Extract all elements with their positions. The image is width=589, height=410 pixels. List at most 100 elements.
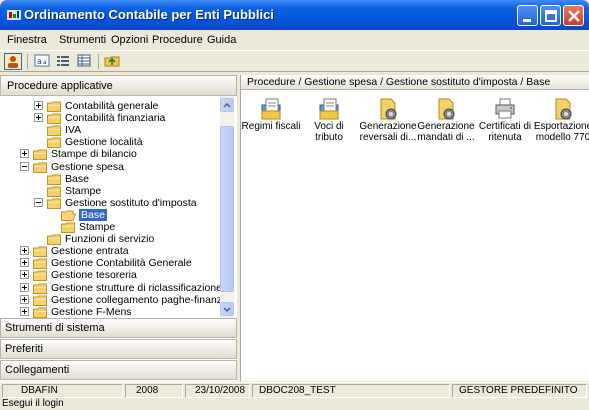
expand-icon[interactable] [20, 258, 29, 268]
gear-doc-icon [555, 98, 572, 120]
menu-bar: Finestra Strumenti Opzioni Procedure Gui… [0, 30, 589, 50]
shortcut-label: Generazione mandati di ... [417, 121, 475, 143]
tree-item-label: IVA [65, 124, 82, 137]
left-pane-title: Procedure applicative [7, 80, 113, 92]
gear-doc-icon [438, 98, 455, 120]
tree-item[interactable]: Base [0, 208, 220, 221]
list-view-button[interactable] [55, 53, 73, 70]
breadcrumb-path: Procedure / Gestione spesa / Gestione so… [247, 76, 551, 88]
scroll-up-button[interactable] [220, 98, 234, 112]
expand-icon[interactable] [34, 101, 43, 110]
folder-doc-icon [319, 98, 339, 120]
tree-item[interactable]: Stampe [0, 221, 220, 233]
collapse-icon[interactable] [20, 161, 29, 171]
expand-icon[interactable] [20, 306, 29, 316]
tree-item[interactable]: Base [0, 173, 220, 185]
menu-guida[interactable]: Guida [207, 34, 236, 46]
tree-item-label: Gestione sostituto d'imposta [65, 196, 197, 209]
folder-icon [61, 222, 75, 233]
section-label: Collegamenti [5, 364, 70, 376]
toolbar-separator [98, 54, 99, 69]
status-year: 2008 [125, 384, 183, 398]
tree-item-label: Base [79, 208, 107, 221]
tree-item[interactable]: Gestione strutture di riclassificazione [0, 282, 220, 294]
chevron-up-icon [223, 102, 231, 108]
shortcut-label: Generazione reversali di... [359, 121, 417, 143]
title-bar[interactable]: Ordinamento Contabile per Enti Pubblici [0, 0, 589, 30]
section-preferiti[interactable]: Preferiti [0, 339, 237, 359]
status-user-text: DBAFIN [21, 385, 58, 396]
folder-icon [47, 174, 61, 185]
expand-icon[interactable] [20, 246, 29, 256]
scroll-down-button[interactable] [220, 302, 234, 316]
tree-item-label: Gestione F-Mens [51, 305, 132, 318]
procedure-shortcut[interactable]: Esportazione modello 770 [533, 91, 589, 161]
procedure-applicative-header[interactable]: Procedure applicative [0, 75, 237, 96]
tree-item[interactable]: Contabilità generale [0, 100, 220, 112]
status-date-text: 23/10/2008 [195, 385, 246, 396]
status-bar: DBAFIN 2008 23/10/2008 DBOC208_TEST GEST… [0, 382, 589, 398]
section-strumenti-di-sistema[interactable]: Strumenti di sistema [0, 318, 237, 338]
shortcut-label: Esportazione modello 770 [533, 121, 589, 143]
folder-icon [33, 246, 47, 258]
folder-icon [47, 186, 61, 197]
menu-finestra[interactable]: Finestra [7, 34, 47, 46]
tree-item[interactable]: Gestione collegamento paghe-finanziaria [0, 294, 220, 306]
tree-scrollbar[interactable] [220, 96, 234, 318]
shortcut-label: Certificati di ritenuta [478, 121, 532, 143]
minimize-icon [523, 19, 531, 22]
collapse-icon[interactable] [34, 197, 43, 207]
menu-procedure[interactable]: Procedure [152, 34, 203, 46]
expand-icon[interactable] [34, 113, 43, 123]
tree-item[interactable]: Gestione Contabilità Generale [0, 257, 220, 270]
up-folder-button[interactable] [104, 53, 122, 70]
section-collegamenti[interactable]: Collegamenti [0, 360, 237, 380]
procedure-shortcut[interactable]: Certificati di ritenuta [475, 91, 535, 161]
message-bar: Esegui il login [0, 398, 589, 410]
scroll-thumb[interactable] [220, 126, 234, 292]
tree-item-label: Stampe [79, 221, 116, 233]
tree-item-label: Funzioni di servizio [65, 233, 155, 246]
expand-icon[interactable] [20, 270, 29, 280]
maximize-button[interactable] [540, 5, 561, 26]
login-button[interactable] [4, 53, 22, 70]
tree-item-label: Contabilità generale [65, 100, 159, 112]
tree-item[interactable]: Gestione F-Mens [0, 306, 220, 318]
tree-item-label: Gestione entrata [51, 245, 129, 258]
tree-item[interactable]: Gestione località [0, 136, 220, 149]
status-database: DBOC208_TEST [252, 384, 450, 398]
procedure-shortcut[interactable]: Generazione reversali di... [358, 91, 418, 161]
folder-icon [33, 270, 47, 282]
menu-strumenti[interactable]: Strumenti [59, 34, 106, 46]
expand-icon[interactable] [20, 282, 29, 292]
folder-icon [61, 210, 76, 221]
status-db-text: DBOC208_TEST [259, 385, 336, 396]
large-icons-button[interactable]: aa [34, 53, 52, 70]
tree-item[interactable]: Gestione entrata [0, 245, 220, 258]
tree-item[interactable]: Stampe di bilancio [0, 148, 220, 161]
tree-item[interactable]: Gestione tesoreria [0, 269, 220, 282]
tree-item[interactable]: Gestione spesa [0, 161, 220, 173]
svg-text:a: a [37, 57, 42, 66]
procedure-shortcut[interactable]: Generazione mandati di ... [416, 91, 476, 161]
minimize-button[interactable] [517, 5, 538, 26]
svg-text:a: a [43, 59, 47, 66]
tree-item[interactable]: Funzioni di servizio [0, 233, 220, 246]
user-icon [8, 56, 18, 68]
details-view-button[interactable] [76, 53, 94, 70]
folder-icon [33, 149, 47, 161]
status-year-text: 2008 [136, 385, 159, 396]
menu-opzioni[interactable]: Opzioni [111, 34, 148, 46]
tree-item-label: Contabilità finanziaria [65, 112, 166, 125]
expand-icon[interactable] [20, 149, 29, 159]
maximize-icon [545, 10, 557, 22]
expand-icon[interactable] [20, 294, 29, 304]
tree-item[interactable]: IVA [0, 124, 220, 137]
tree-item[interactable]: Contabilità finanziaria [0, 112, 220, 125]
gear-doc-icon [380, 98, 397, 120]
tree-item[interactable]: Stampe [0, 185, 220, 197]
close-button[interactable] [563, 5, 584, 26]
procedure-shortcut[interactable]: Voci di tributo [299, 91, 359, 161]
procedure-shortcut[interactable]: Regimi fiscali [241, 91, 301, 161]
tree-item[interactable]: Gestione sostituto d'imposta [0, 197, 220, 209]
